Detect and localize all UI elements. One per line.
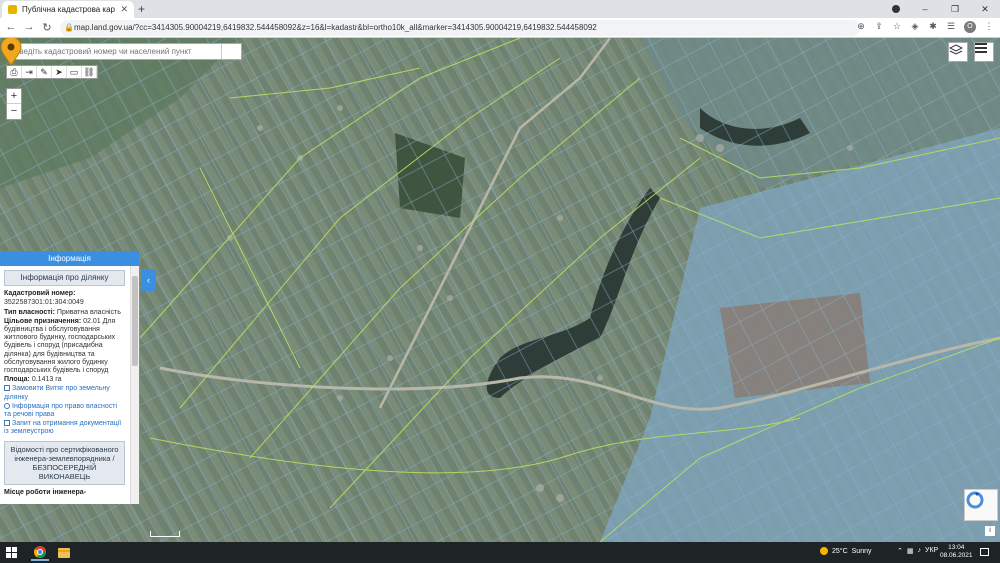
windows-start-icon[interactable] [6, 547, 17, 558]
lock-icon: 🔒 [64, 23, 74, 32]
search-input[interactable] [9, 44, 221, 59]
window-controls: – ❐ ✕ [910, 0, 1000, 18]
sun-icon [820, 547, 828, 555]
taskbar-clock[interactable]: 13:04 08.06.2021 [940, 544, 973, 560]
search-button[interactable] [9, 44, 241, 59]
minimize-button[interactable]: – [910, 0, 940, 18]
zoom-control: + − [6, 88, 22, 120]
section-title: Інформація про ділянку [4, 270, 125, 287]
windows-taskbar: 25°C Sunny ⌃ ▦ ♪ УКР 13:04 08.06.2021 [0, 542, 1000, 563]
site-favicon-icon [8, 5, 17, 14]
cadastral-number-label: Кадастровий номер: [4, 290, 76, 298]
zoom-out-button[interactable]: − [7, 104, 21, 119]
layers-button[interactable] [948, 42, 968, 62]
clock-time: 13:04 [948, 544, 965, 551]
info-panel: Інформація Інформація про ділянку Кадаст… [0, 251, 140, 504]
weather-widget[interactable]: 25°C Sunny [820, 547, 872, 555]
collapse-panel-button[interactable]: ‹ [141, 269, 156, 291]
extensions-icon[interactable]: ✱ [928, 21, 938, 33]
tray-arrow-icon[interactable]: ⌃ [897, 547, 903, 555]
print-icon[interactable]: ⎙ [7, 66, 22, 78]
layers-icon [949, 44, 963, 55]
zoom-in-button[interactable]: + [7, 89, 21, 104]
network-icon[interactable]: ▦ [907, 547, 914, 555]
ownership-value: Приватна власність [56, 308, 121, 316]
weather-condition: Sunny [851, 547, 872, 555]
order-extract-text: Замовити Витяг про земельну ділянку [4, 385, 110, 401]
shield-icon[interactable]: ◈ [910, 21, 920, 33]
taskbar-file-explorer[interactable] [55, 544, 73, 561]
browser-tab[interactable]: Публічна кадастрова карта Укр... ✕ [2, 1, 134, 18]
bookmark-star-icon[interactable]: ☆ [892, 21, 902, 33]
new-tab-button[interactable]: + [138, 2, 145, 16]
link-icon[interactable]: ⛓ [82, 66, 97, 78]
keyboard-language[interactable]: УКР [925, 547, 938, 555]
documentation-request-text: Запит на отримання документації із земле… [4, 420, 122, 436]
cadastral-number-value: 3522587301:01:304:0049 [4, 299, 84, 307]
recaptcha-icon [966, 491, 984, 509]
area-label: Площа: [4, 376, 30, 384]
order-extract-link[interactable]: Замовити Витяг про земельну ділянку [4, 385, 125, 401]
profile-avatar[interactable]: O [964, 21, 976, 33]
tab-title: Публічна кадастрова карта Укр... [22, 5, 115, 14]
maximize-button[interactable]: ❐ [940, 0, 970, 18]
notification-icon[interactable] [980, 548, 989, 556]
measure-icon[interactable]: ⇥ [22, 66, 37, 78]
browser-tab-bar: Публічна кадастрова карта Укр... ✕ + – ❐… [0, 0, 1000, 18]
pointer-icon[interactable]: ➤ [52, 66, 67, 78]
edit-icon[interactable]: ✎ [37, 66, 52, 78]
share-icon[interactable]: ⇪ [874, 21, 884, 33]
area-value: 0.1413 га [31, 376, 62, 384]
reload-icon[interactable]: ↻ [40, 21, 54, 34]
engineer-workplace-label: Місце роботи інженера- [4, 488, 87, 496]
documentation-request-link[interactable]: Запит на отримання документації із земле… [4, 420, 125, 436]
url-field[interactable]: 🔒 map.land.gov.ua/?cc=3414305.90004219,6… [60, 20, 860, 36]
taskbar-chrome[interactable] [31, 544, 49, 561]
folder-icon [58, 547, 70, 558]
hamburger-menu-button[interactable] [974, 42, 994, 62]
recaptcha-badge[interactable] [964, 489, 998, 521]
weather-temp: 25°C [832, 547, 848, 555]
scrollbar-thumb[interactable] [132, 276, 138, 366]
info-icon [4, 402, 10, 409]
panel-scrollbar[interactable] [130, 266, 139, 504]
panel-body: Інформація про ділянку Кадастровий номер… [0, 266, 129, 504]
address-bar-row: ← → ↻ 🔒 map.land.gov.ua/?cc=3414305.9000… [0, 18, 1000, 38]
system-tray: ⌃ ▦ ♪ УКР [897, 547, 938, 555]
reading-list-icon[interactable]: ☰ [946, 21, 956, 33]
browser-menu-icon[interactable]: ⋮ [984, 21, 994, 33]
document-icon [4, 420, 10, 427]
volume-icon[interactable]: ♪ [918, 547, 922, 555]
tab-close-icon[interactable]: ✕ [120, 4, 128, 15]
purpose-label: Цільове призначення: [4, 317, 82, 325]
forward-icon[interactable]: → [22, 21, 36, 33]
map-info-icon[interactable]: i [985, 526, 995, 536]
ownership-rights-link[interactable]: Інформація про право власності та речові… [4, 402, 125, 419]
ownership-label: Тип власності: [4, 308, 55, 316]
browser-toolbar-icons: ⊕ ⇪ ☆ ◈ ✱ ☰ O ⋮ [856, 21, 994, 33]
panel-header: Інформація [0, 251, 139, 266]
certified-engineer-section: Відомості про сертифікованого інженера-з… [4, 440, 125, 485]
translate-icon[interactable]: ⊕ [856, 21, 866, 33]
chrome-icon [34, 545, 46, 558]
map-toolbar: ⎙ ⇥ ✎ ➤ ▭ ⛓ [6, 65, 98, 79]
back-icon[interactable]: ← [4, 21, 18, 33]
media-indicator-icon[interactable] [892, 5, 900, 13]
location-marker-icon[interactable] [0, 38, 22, 66]
url-text: map.land.gov.ua/?cc=3414305.90004219,641… [74, 23, 597, 32]
document-icon [4, 385, 10, 392]
screen-icon[interactable]: ▭ [67, 66, 82, 78]
ownership-rights-text: Інформація про право власності та речові… [4, 402, 117, 419]
cadastral-search [8, 43, 242, 60]
clock-date: 08.06.2021 [940, 552, 973, 559]
purpose-value: 02.01 Для будівництва і обслуговування ж… [4, 317, 116, 375]
close-window-button[interactable]: ✕ [970, 0, 1000, 18]
hamburger-icon [975, 43, 987, 53]
map-scale-bar [150, 531, 180, 537]
